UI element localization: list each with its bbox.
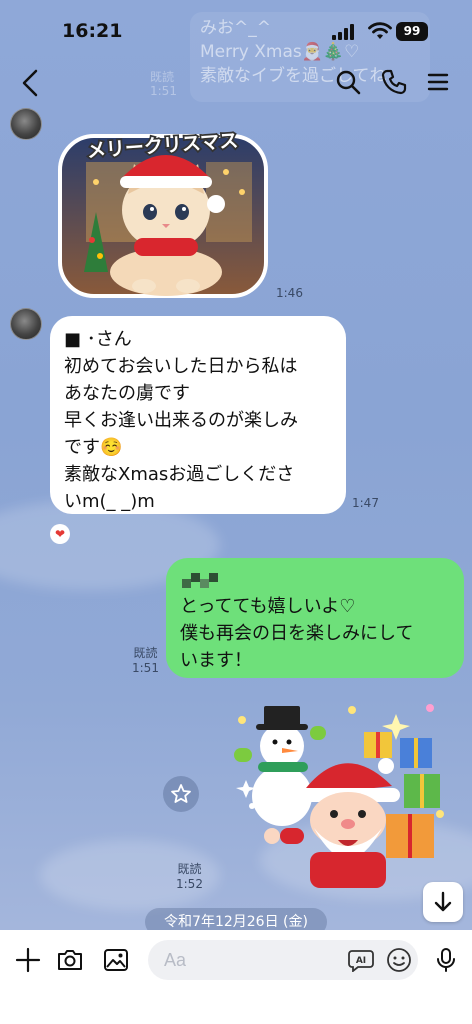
wifi-icon (368, 22, 392, 39)
contact-avatar[interactable] (10, 108, 42, 140)
star-icon (171, 784, 191, 803)
read-label: 既読 (177, 862, 202, 876)
message-time: 1:51 (132, 661, 159, 675)
read-receipt: 既読 1:52 (176, 862, 203, 892)
message-line: とってても嬉しいよ♡ (180, 596, 356, 617)
search-icon[interactable] (334, 68, 362, 96)
arrow-down-icon (434, 891, 452, 912)
ghost-read-receipt: 既読 1:51 (150, 70, 177, 98)
sticker-favorite-button[interactable] (163, 776, 199, 812)
message-line: いm(_ _)m (64, 491, 155, 512)
ghost-read-label: 既読 (150, 70, 175, 84)
message-input-bar: AI (0, 930, 472, 1024)
message-time: 1:52 (176, 877, 203, 891)
message-line: です☺️ (64, 437, 123, 458)
outgoing-message-bubble[interactable]: とってても嬉しいよ♡ 僕も再会の日を楽しみにして います！ (166, 558, 464, 678)
mosaic-censor-block (182, 573, 218, 588)
santa-snowman-sticker[interactable] (222, 696, 452, 890)
message-line: 早くお逢い出来るのが楽しみ (64, 410, 298, 431)
message-line: 僕も再会の日を楽しみにして (180, 623, 414, 644)
incoming-message-bubble[interactable]: ■ ･さん 初めてお会いした日から私は あなたの虜です 早くお逢い出来るのが楽し… (50, 316, 346, 514)
battery-indicator: 99 (396, 22, 428, 41)
menu-icon[interactable] (424, 68, 452, 96)
plus-icon[interactable] (14, 946, 42, 974)
heart-reaction-icon[interactable]: ❤ (50, 524, 70, 544)
scroll-to-bottom-button[interactable] (423, 882, 463, 922)
ghost-read-time: 1:51 (150, 84, 177, 98)
read-receipt: 既読 1:51 (132, 646, 159, 676)
message-line: ■ ･さん (64, 329, 132, 350)
message-line: 初めてお会いした日から私は (64, 356, 298, 377)
christmas-kitten-sticker[interactable]: メリークリスマス (56, 122, 270, 298)
phone-icon[interactable] (380, 68, 408, 96)
image-icon[interactable] (102, 946, 130, 974)
message-input[interactable] (148, 940, 418, 980)
chat-header (0, 56, 472, 112)
cellular-signal-icon (332, 24, 354, 40)
message-time: 1:46 (276, 286, 303, 300)
status-time: 16:21 (62, 20, 123, 42)
read-label: 既読 (133, 646, 158, 660)
message-line: います！ (180, 650, 252, 671)
contact-avatar[interactable] (10, 308, 42, 340)
ai-assistant-icon[interactable]: AI (348, 948, 374, 972)
message-line: 素敵なXmasお過ごしくださ (64, 464, 295, 485)
message-line: あなたの虜です (64, 383, 190, 404)
microphone-icon[interactable] (432, 946, 460, 974)
ai-label: AI (356, 956, 366, 966)
message-time: 1:47 (352, 496, 379, 510)
status-bar: みお^_^ Merry Xmas🎅🎄♡ 素敵なイブを過ごしてね 16:21 99 (0, 0, 472, 102)
camera-icon[interactable] (56, 946, 84, 974)
back-arrow-icon[interactable] (14, 66, 48, 100)
emoji-icon[interactable] (386, 947, 412, 973)
